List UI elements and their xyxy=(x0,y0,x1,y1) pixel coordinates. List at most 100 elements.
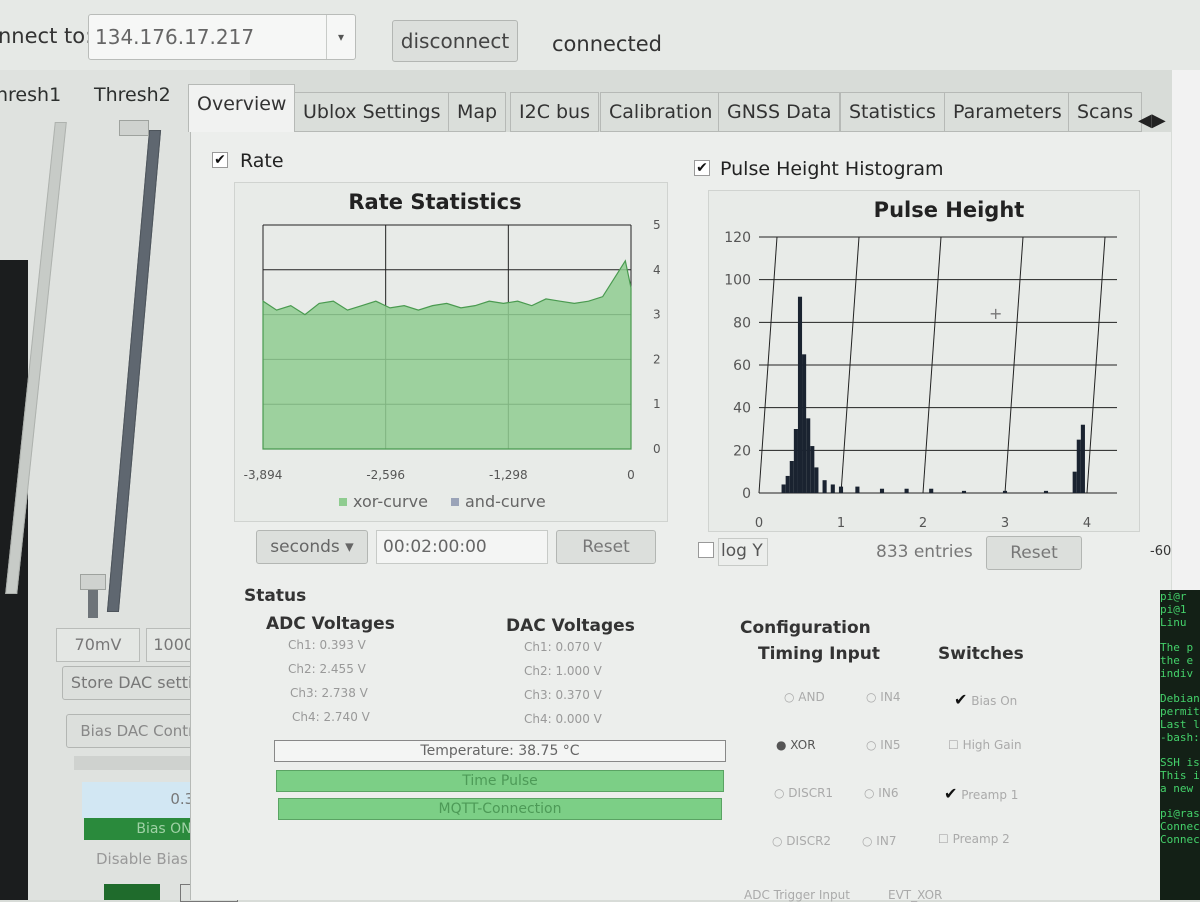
adc-ch2: Ch2: 2.455 V xyxy=(288,662,366,676)
connection-status: connected xyxy=(552,32,662,56)
check-icon: ✔ xyxy=(954,690,968,709)
adc-ch1: Ch1: 0.393 V xyxy=(288,638,366,652)
tab-overview[interactable]: Overview xyxy=(188,84,296,132)
rate-reset-button[interactable]: Reset xyxy=(556,530,656,564)
switches-title: Switches xyxy=(938,644,1024,664)
pulse-x-tick-label: 2 xyxy=(919,516,927,531)
log-y-checkbox[interactable] xyxy=(698,542,714,558)
histogram-reset-button[interactable]: Reset xyxy=(986,536,1082,570)
pulse-bar xyxy=(904,488,909,493)
terminal-line: the e xyxy=(1160,654,1194,667)
radio-in6[interactable]: ○ IN6 xyxy=(864,786,898,800)
radio-xor[interactable]: ● XOR xyxy=(776,738,816,752)
radio-and-label: AND xyxy=(798,690,825,704)
terminal-line: Connection xyxy=(1160,833,1200,846)
tab-calibration[interactable]: Calibration xyxy=(600,92,722,132)
switch-preamp1[interactable]: ✔ Preamp 1 xyxy=(944,784,1018,803)
thresh2-label: Thresh2 xyxy=(94,84,171,106)
terminal-line: Connection xyxy=(1160,820,1200,833)
tab-gnss-data[interactable]: GNSS Data xyxy=(718,92,841,132)
rate-legend-label: xor-curve xyxy=(353,492,428,511)
disable-bias-button[interactable]: Disable Bias xyxy=(96,850,188,868)
address-combobox[interactable]: 134.176.17.217 ▾ xyxy=(88,14,356,60)
switch-bias-on-label: Bias On xyxy=(971,694,1018,708)
terminal-line: -bash: xyxy=(1160,731,1200,744)
temperature-indicator: Temperature: 38.75 °C xyxy=(274,740,726,762)
pulse-y-tick-label: 0 xyxy=(742,486,751,502)
chevron-down-icon[interactable]: ▾ xyxy=(326,15,355,59)
pulse-bar xyxy=(806,418,811,493)
pulse-bar xyxy=(961,490,967,493)
radio-in5-label: IN5 xyxy=(880,738,901,752)
rate-y-tick-label: 3 xyxy=(653,308,661,322)
status-title: Status xyxy=(244,586,307,606)
time-unit-value: seconds xyxy=(270,537,340,557)
switch-bias-on[interactable]: ✔ Bias On xyxy=(954,690,1017,709)
terminal-line: The p xyxy=(1160,641,1194,654)
switch-high-gain[interactable]: ☐ High Gain xyxy=(948,738,1022,752)
pulse-bar xyxy=(814,467,819,493)
histogram-label: Pulse Height Histogram xyxy=(720,158,944,180)
connect-to-label: nnect to: xyxy=(0,24,93,48)
pulse-bar xyxy=(1072,471,1077,493)
radio-in5[interactable]: ○ IN5 xyxy=(866,738,900,752)
tab-statistics[interactable]: Statistics xyxy=(840,92,945,132)
pulse-x-tick-label: 4 xyxy=(1083,516,1091,531)
tab-ublox-settings[interactable]: Ublox Settings xyxy=(294,92,450,132)
pulse-y-tick-label: 40 xyxy=(733,401,751,417)
radio-in6-label: IN6 xyxy=(878,786,899,800)
pulse-bar xyxy=(785,475,790,493)
tab-i2c-bus[interactable]: I2C bus xyxy=(510,92,599,132)
pulse-bar xyxy=(810,446,815,493)
rate-plot[interactable]: Rate Statistics 0 1 2 3 4 5 -3,894 -2,596 -1,29… xyxy=(234,182,668,522)
rate-y-tick-label: 0 xyxy=(653,442,661,456)
switch-preamp2[interactable]: ☐ Preamp 2 xyxy=(938,832,1010,846)
tab-map[interactable]: Map xyxy=(448,92,507,132)
terminal-window: pi@r pi@1 Linu The p the e indiv Debian … xyxy=(1160,590,1200,900)
mqtt-connection-indicator: MQTT-Connection xyxy=(278,798,722,820)
terminal-line: permit xyxy=(1160,705,1200,718)
rate-x-tick-label: 0 xyxy=(627,468,635,482)
rate-checkbox[interactable]: ✔ xyxy=(212,152,228,168)
switch-preamp1-label: Preamp 1 xyxy=(961,788,1019,802)
adc-ch3: Ch3: 2.738 V xyxy=(290,686,368,700)
dac-ch1: Ch1: 0.070 V xyxy=(524,640,602,654)
pulse-bar xyxy=(802,354,807,493)
tab-scroll-arrows-icon[interactable]: ◀▶ xyxy=(1138,110,1166,131)
disconnect-button[interactable]: disconnect xyxy=(392,20,518,62)
switch-preamp2-label: Preamp 2 xyxy=(952,832,1010,846)
radio-discr1[interactable]: ○ DISCR1 xyxy=(774,786,833,800)
tab-parameters[interactable]: Parameters xyxy=(944,92,1071,132)
radio-discr2-label: DISCR2 xyxy=(786,834,832,848)
rate-y-tick-label: 2 xyxy=(653,352,661,366)
pulse-x-tick-label: 3 xyxy=(1001,516,1009,531)
terminal-line: Linu xyxy=(1160,616,1187,629)
thresh2-slider-handle[interactable] xyxy=(119,120,149,136)
pulse-y-tick-label: 100 xyxy=(724,273,751,289)
pulse-x-ticks: 0 1 2 3 4 xyxy=(755,516,1091,531)
thresh1-slider-handle[interactable] xyxy=(80,574,106,590)
dac-ch4: Ch4: 0.000 V xyxy=(524,712,602,726)
tab-scans[interactable]: Scans xyxy=(1068,92,1143,132)
pulse-height-plot[interactable]: Pulse Height 0 20 40 60 80 100 120 0 1 2 3 4 + xyxy=(708,190,1140,532)
radio-in4[interactable]: ○ IN4 xyxy=(866,690,900,704)
radio-and[interactable]: ○ AND xyxy=(784,690,825,704)
log-y-label: log Y xyxy=(718,538,768,566)
time-window-input[interactable]: 00:02:00:00 xyxy=(376,530,548,564)
radio-discr2[interactable]: ○ DISCR2 xyxy=(772,834,831,848)
pulse-y-tick-label: 20 xyxy=(733,443,751,459)
pulse-x-tick-label: 0 xyxy=(755,516,763,531)
histogram-checkbox[interactable]: ✔ xyxy=(694,160,710,176)
terminal-line: a new xyxy=(1160,782,1194,795)
radio-in7[interactable]: ○ IN7 xyxy=(862,834,896,848)
pulse-y-ticks: 0 20 40 60 80 100 120 xyxy=(724,230,751,502)
dac-ch2: Ch2: 1.000 V xyxy=(524,664,602,678)
pulse-bar xyxy=(830,484,835,493)
rate-legend-swatch xyxy=(451,498,459,506)
time-unit-dropdown[interactable]: seconds ▾ xyxy=(256,530,368,564)
histogram-entries: 833 entries xyxy=(876,542,973,562)
pulse-bar xyxy=(879,488,885,493)
rate-x-tick-label: -2,596 xyxy=(366,468,405,482)
pulse-bar xyxy=(838,486,844,493)
switch-high-gain-label: High Gain xyxy=(962,738,1022,752)
